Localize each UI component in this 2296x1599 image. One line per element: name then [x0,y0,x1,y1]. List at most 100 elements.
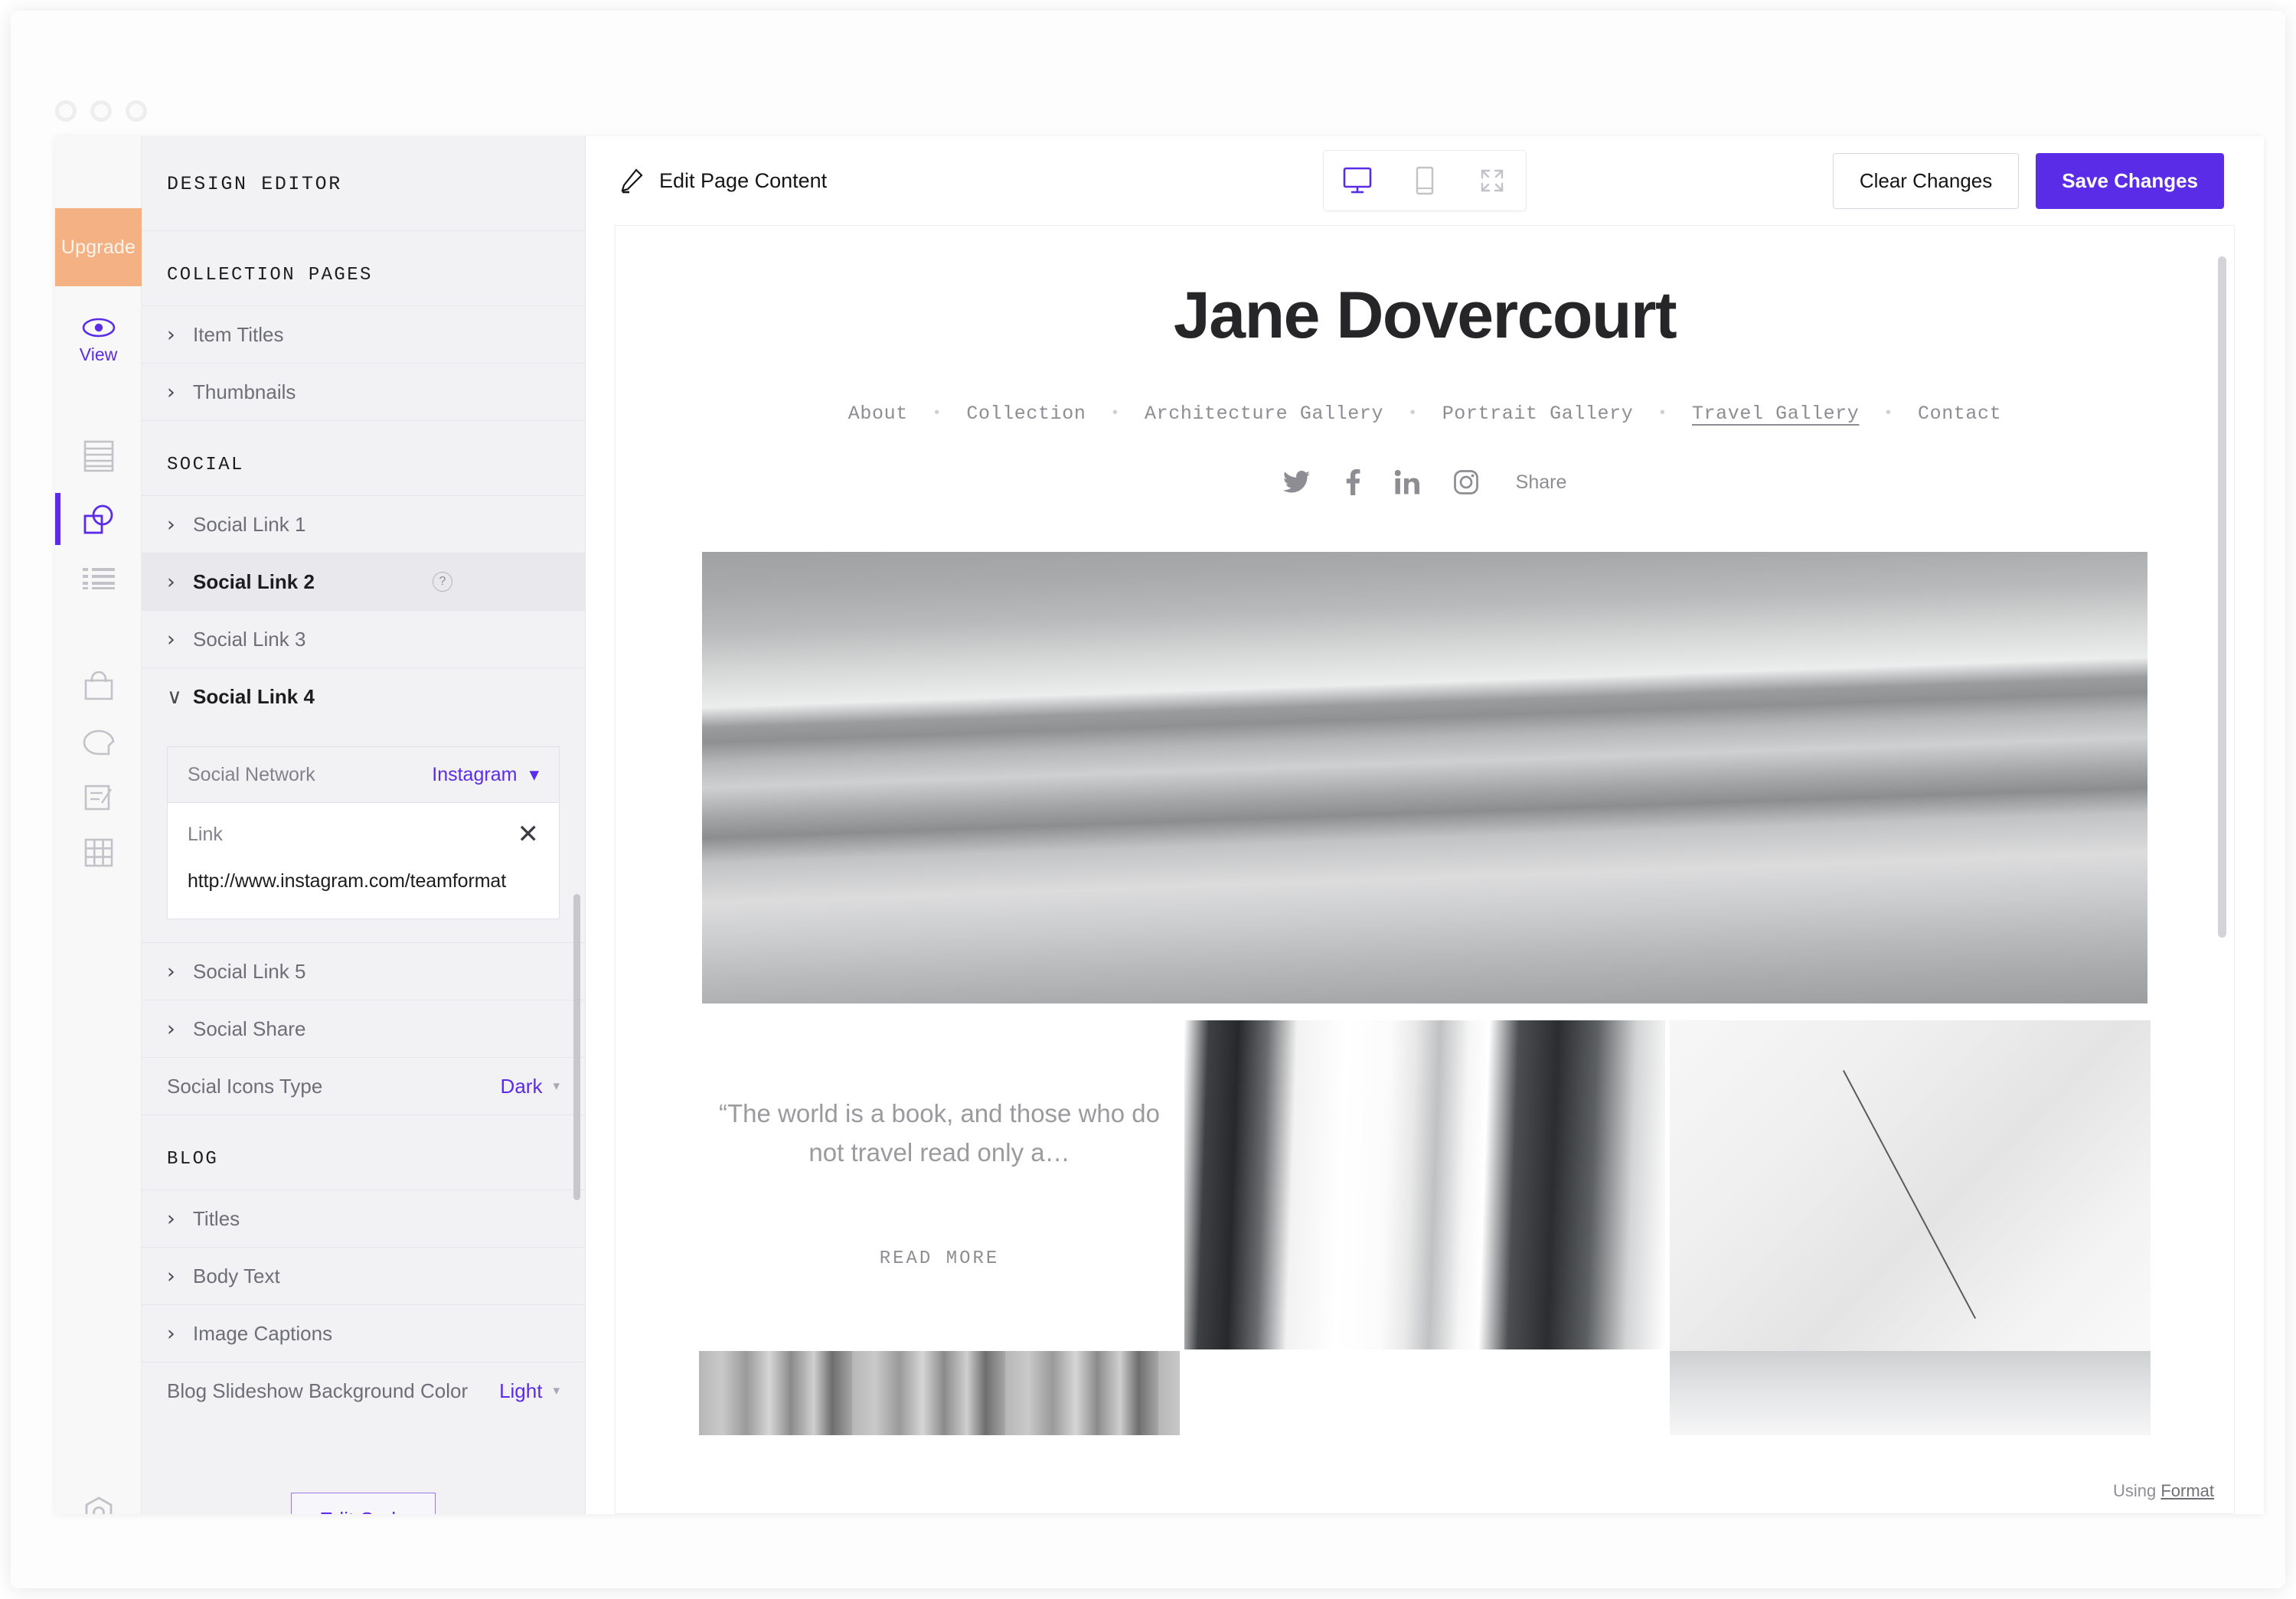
caret-down-icon: ▾ [529,764,539,785]
row-social-link-1[interactable]: › Social Link 1 [142,495,585,553]
design-editor-panel: DESIGN EDITOR COLLECTION PAGES › Item Ti… [142,136,586,1514]
chevron-right-icon: › [167,1206,175,1231]
panel-title: DESIGN EDITOR [142,136,585,231]
list-icon [82,568,115,589]
share-label[interactable]: Share [1516,472,1567,494]
row-social-link-5[interactable]: › Social Link 5 [142,942,585,1000]
device-desktop-button[interactable] [1324,151,1391,210]
gallery-row-two: “The world is a book, and those who do n… [616,1020,2234,1380]
window-maximize-button[interactable] [126,100,147,122]
chevron-right-icon: › [167,569,175,594]
link-input-value[interactable]: http://www.instagram.com/teamformat [188,870,539,893]
format-link[interactable]: Format [2160,1481,2214,1500]
using-format-prefix: Using [2112,1481,2161,1500]
edit-page-content-button[interactable]: Edit Page Content [619,168,827,194]
row-social-link-4[interactable]: ∨ Social Link 4 [142,667,585,725]
social-network-select[interactable]: Social Network Instagram ▾ [168,747,559,802]
row-social-link-3[interactable]: › Social Link 3 [142,610,585,667]
section-heading-social: SOCIAL [142,420,585,495]
sidebar-item-pages[interactable] [55,427,142,485]
row-label: Social Link 2 [193,569,315,593]
social-network-label: Social Network [188,763,315,785]
nav-separator: • [1110,405,1121,423]
sidebar-item-design[interactable] [55,490,142,548]
row-item-titles[interactable]: › Item Titles [142,305,585,363]
save-changes-button[interactable]: Save Changes [2036,152,2224,209]
link-label: Link [188,823,223,845]
row-blog-image-captions[interactable]: › Image Captions [142,1304,585,1362]
row-blog-slideshow-background-color[interactable]: Blog Slideshow Background Color Light ▾ [142,1362,585,1419]
sidebar-item-blog[interactable] [55,768,142,827]
gallery-row-three [616,1351,2234,1435]
row-thumbnails[interactable]: › Thumbnails [142,363,585,420]
view-label: View [79,344,118,364]
row-label: Social Link 4 [193,684,315,708]
gallery-image-plaza-aerial[interactable] [1670,1020,2151,1380]
help-badge-icon[interactable]: ? [432,572,452,592]
window-minimize-button[interactable] [90,100,112,122]
panel-scrollbar[interactable] [573,894,580,1200]
eye-icon [82,318,115,338]
caret-down-icon: ▾ [553,1383,560,1398]
desktop-icon [1343,167,1372,194]
edit-code-button[interactable]: Edit Code [291,1493,436,1514]
social-icons-type-value: Dark [500,1074,543,1098]
nav-item-travel-gallery[interactable]: Travel Gallery [1689,403,1862,425]
row-social-link-2[interactable]: › Social Link 2 ? [142,553,585,610]
sidebar-item-chat[interactable] [55,713,142,772]
blog-quote-cell: “The world is a book, and those who do n… [699,1020,1180,1269]
row-blog-body-text[interactable]: › Body Text [142,1247,585,1304]
main-area: Edit Page Content Clear Changes Save Cha… [586,136,2264,1514]
sidebar-item-store[interactable] [55,657,142,715]
view-button[interactable]: View [55,306,142,377]
instagram-icon[interactable] [1453,470,1478,494]
blog-quote-text: “The world is a book, and those who do n… [718,1099,1160,1167]
sidebar-item-grid[interactable] [55,824,142,882]
nav-separator: • [932,405,942,423]
social-link-url-field[interactable]: Link ✕ http://www.instagram.com/teamform… [168,802,559,919]
row-blog-titles[interactable]: › Titles [142,1189,585,1247]
gallery-image-fog[interactable] [1670,1351,2151,1435]
blog-bg-value: Light [499,1379,543,1402]
nav-item-collection[interactable]: Collection [963,403,1089,425]
left-icon-rail: Upgrade View [55,136,142,1514]
twitter-icon[interactable] [1282,470,1311,494]
device-mobile-button[interactable] [1391,151,1458,210]
close-icon[interactable]: ✕ [518,821,540,847]
nav-separator: • [1883,405,1893,423]
nav-item-architecture-gallery[interactable]: Architecture Gallery [1141,403,1386,425]
row-social-icons-type[interactable]: Social Icons Type Dark ▾ [142,1057,585,1114]
nav-item-portrait-gallery[interactable]: Portrait Gallery [1439,403,1637,425]
gallery-image-shutters[interactable] [699,1351,1180,1435]
chevron-right-icon: › [167,959,175,984]
nav-separator: • [1408,405,1418,423]
row-label: Social Link 1 [193,512,306,536]
row-label: Social Share [193,1017,306,1040]
nav-item-contact[interactable]: Contact [1915,403,2004,425]
social-network-value: Instagram [432,763,518,785]
device-fullscreen-button[interactable] [1458,151,1526,210]
clear-changes-button[interactable]: Clear Changes [1832,152,2020,209]
facebook-icon[interactable] [1345,469,1360,495]
row-label: Social Icons Type [167,1074,323,1098]
row-label: Thumbnails [193,380,296,403]
device-preview-switch [1323,150,1527,211]
editor-shell: Upgrade View DESIGN EDITOR COLLECTION PA… [55,136,2264,1514]
pencil-icon [621,168,643,194]
nav-item-about[interactable]: About [845,403,911,425]
row-label: Blog Slideshow Background Color [167,1379,469,1402]
read-more-link[interactable]: READ MORE [699,1248,1180,1269]
sidebar-item-lists[interactable] [55,550,142,608]
upgrade-button[interactable]: Upgrade [55,208,142,286]
edit-page-content-label: Edit Page Content [659,168,828,192]
row-social-share[interactable]: › Social Share [142,1000,585,1057]
mobile-icon [1416,166,1434,195]
sidebar-item-settings[interactable] [55,1483,142,1514]
preview-scrollbar[interactable] [2218,256,2226,938]
window-close-button[interactable] [55,100,77,122]
gallery-image-seascape[interactable] [702,552,2147,1003]
linkedin-icon[interactable] [1394,470,1419,494]
row-label: Image Captions [193,1321,333,1345]
gallery-image-tree-lined-road[interactable] [1184,1020,1665,1349]
hamburger-menu-button[interactable] [55,152,142,205]
